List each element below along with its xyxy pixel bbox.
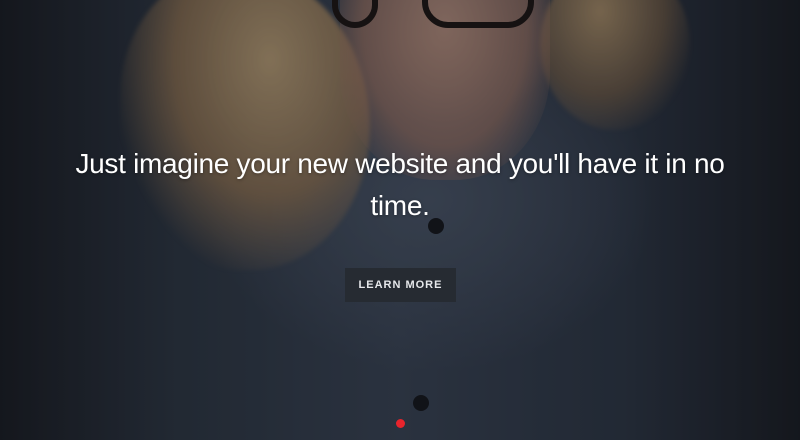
hero-content: Just imagine your new website and you'll… [0, 0, 800, 440]
hero-slider: Just imagine your new website and you'll… [0, 0, 800, 440]
learn-more-button[interactable]: LEARN MORE [345, 268, 456, 302]
slider-pagination [0, 419, 800, 431]
hero-headline: Just imagine your new website and you'll… [75, 148, 725, 221]
slider-dot[interactable] [395, 419, 405, 428]
